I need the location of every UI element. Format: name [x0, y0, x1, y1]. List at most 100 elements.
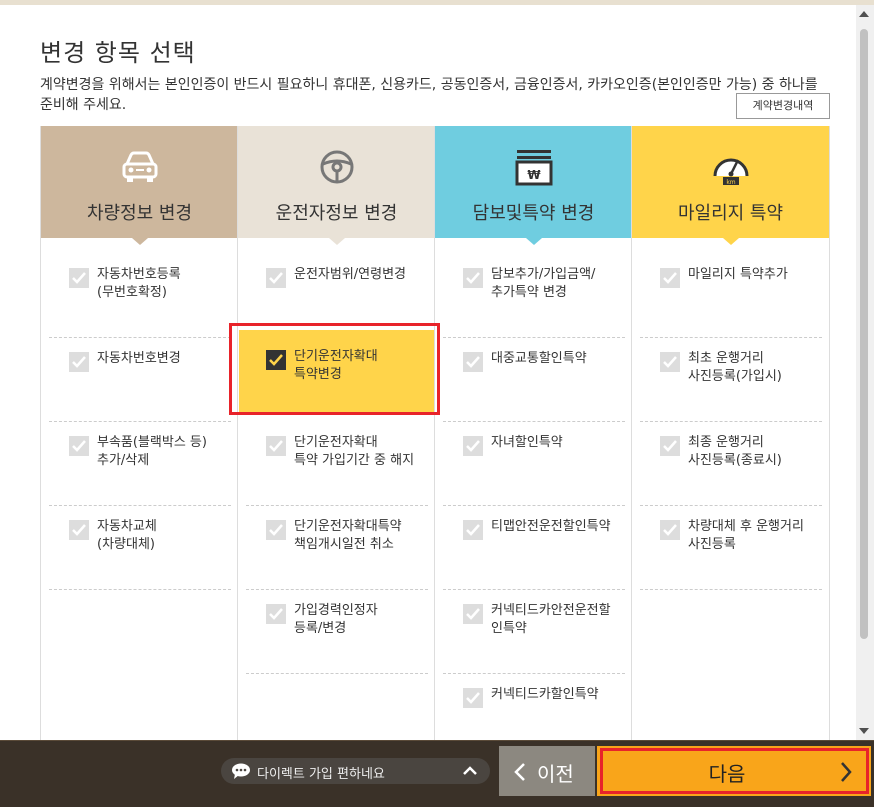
check-icon — [663, 440, 677, 452]
checkbox[interactable] — [660, 436, 680, 456]
option-item[interactable]: 커넥티드카안전운전할 인특약 — [443, 590, 625, 674]
selected-item-highlight — [229, 323, 440, 415]
column-header-driver-info[interactable]: 운전자정보 변경 — [238, 126, 435, 238]
option-item[interactable]: 단기운전자확대 특약 가입기간 중 해지 — [246, 422, 428, 506]
checkbox[interactable] — [266, 436, 286, 456]
chat-bubble-icon — [232, 763, 250, 779]
option-label: 가입경력인정자 등록/변경 — [294, 603, 378, 636]
steering-wheel-icon — [320, 150, 354, 184]
option-label: 티맵안전운전할인특약 — [491, 519, 611, 534]
previous-button[interactable]: 이전 — [499, 746, 595, 796]
option-item[interactable]: 대중교통할인특약 — [443, 338, 625, 422]
column-driver-info: 운전자정보 변경 운전자범위/연령변경 단기운전자확대 특약변경 단기운전자확대… — [237, 126, 435, 740]
option-label: 담보추가/가입금액/ 추가특약 변경 — [491, 267, 596, 300]
check-icon — [269, 272, 283, 284]
option-label: 단기운전자확대특약 책임개시일전 취소 — [294, 519, 402, 552]
option-item[interactable]: 자동차번호변경 — [49, 338, 231, 422]
header-pointer — [132, 238, 148, 245]
checkbox[interactable] — [266, 520, 286, 540]
checkbox[interactable] — [660, 352, 680, 372]
chat-banner[interactable]: 다이렉트 가입 편하네요 — [221, 758, 490, 784]
previous-button-label: 이전 — [537, 762, 574, 786]
check-icon — [663, 524, 677, 536]
checkbox[interactable] — [69, 436, 89, 456]
option-label: 부속품(블랙박스 등) 추가/삭제 — [97, 435, 207, 468]
check-icon — [466, 608, 480, 620]
header-pointer — [329, 238, 345, 245]
checkbox[interactable] — [69, 520, 89, 540]
auth-notice: 계약변경을 위해서는 본인인증이 반드시 필요하니 휴대폰, 신용카드, 공동인… — [40, 77, 818, 113]
check-icon — [663, 356, 677, 368]
check-icon — [72, 524, 86, 536]
option-item[interactable]: 자동차교체 (차량대체) — [49, 506, 231, 590]
column-label: 담보및특약 변경 — [472, 203, 595, 224]
check-icon — [466, 272, 480, 284]
checkbox[interactable] — [463, 268, 483, 288]
check-icon — [72, 440, 86, 452]
option-label: 최종 운행거리 사진등록(종료시) — [688, 435, 782, 468]
option-label: 운전자범위/연령변경 — [294, 267, 407, 282]
money-bill-icon: ₩ — [515, 150, 553, 186]
check-icon — [466, 692, 480, 704]
check-icon — [269, 608, 283, 620]
scroll-down-arrow-icon[interactable] — [859, 728, 869, 734]
scrollbar-thumb[interactable] — [860, 29, 868, 639]
check-icon — [72, 272, 86, 284]
column-mileage: km 마일리지 특약 마일리지 특약추가 최초 운행거리 사진등록(가입시) 최… — [631, 126, 830, 740]
option-item[interactable]: 커넥티드카할인특약 — [443, 674, 625, 740]
option-label: 커넥티드카안전운전할 인특약 — [491, 603, 611, 636]
option-item[interactable]: 차량대체 후 운행거리 사진등록 — [640, 506, 822, 590]
chevron-up-icon[interactable] — [461, 762, 479, 780]
column-vehicle-info: 차량정보 변경 자동차번호등록 (무번호확정) 자동차번호변경 부속품(블랙박스… — [40, 126, 238, 740]
svg-text:km: km — [726, 179, 735, 186]
checkbox[interactable] — [266, 268, 286, 288]
check-icon — [269, 524, 283, 536]
column-header-mileage[interactable]: km 마일리지 특약 — [632, 126, 829, 238]
option-item[interactable]: 최종 운행거리 사진등록(종료시) — [640, 422, 822, 506]
chevron-left-icon — [514, 763, 525, 781]
checkbox[interactable] — [266, 604, 286, 624]
column-label: 운전자정보 변경 — [275, 203, 398, 224]
svg-text:₩: ₩ — [527, 168, 541, 182]
checkbox[interactable] — [69, 268, 89, 288]
change-category-columns: 차량정보 변경 자동차번호등록 (무번호확정) 자동차번호변경 부속품(블랙박스… — [40, 126, 830, 740]
check-icon — [466, 524, 480, 536]
check-icon — [269, 440, 283, 452]
checkbox[interactable] — [463, 688, 483, 708]
car-icon — [122, 151, 158, 182]
option-item[interactable]: 담보추가/가입금액/ 추가특약 변경 — [443, 254, 625, 338]
option-label: 자동차교체 (차량대체) — [97, 519, 157, 552]
page-title: 변경 항목 선택 — [40, 39, 196, 67]
checkbox[interactable] — [463, 520, 483, 540]
next-button-highlight — [600, 748, 869, 794]
option-label: 최초 운행거리 사진등록(가입시) — [688, 351, 782, 384]
column-header-coverage[interactable]: ₩ 담보및특약 변경 — [435, 126, 632, 238]
contract-history-button[interactable]: 계약변경내역 — [736, 93, 830, 119]
checkbox[interactable] — [660, 268, 680, 288]
check-icon — [466, 440, 480, 452]
option-item[interactable]: 단기운전자확대특약 책임개시일전 취소 — [246, 506, 428, 590]
checkbox[interactable] — [660, 520, 680, 540]
option-item[interactable]: 자녀할인특약 — [443, 422, 625, 506]
scroll-up-arrow-icon[interactable] — [859, 11, 869, 17]
checkbox[interactable] — [463, 604, 483, 624]
option-label: 커넥티드카할인특약 — [491, 687, 599, 702]
chat-banner-label: 다이렉트 가입 편하네요 — [257, 767, 385, 782]
check-icon — [466, 356, 480, 368]
option-item[interactable]: 티맵안전운전할인특약 — [443, 506, 625, 590]
option-label: 자동차번호변경 — [97, 351, 181, 366]
option-item[interactable]: 최초 운행거리 사진등록(가입시) — [640, 338, 822, 422]
option-item[interactable]: 자동차번호등록 (무번호확정) — [49, 254, 231, 338]
checkbox[interactable] — [463, 352, 483, 372]
option-label: 마일리지 특약추가 — [688, 267, 788, 282]
option-item[interactable]: 부속품(블랙박스 등) 추가/삭제 — [49, 422, 231, 506]
header-pointer — [526, 238, 542, 245]
option-item[interactable]: 마일리지 특약추가 — [640, 254, 822, 338]
vertical-scrollbar[interactable] — [856, 5, 874, 740]
column-header-vehicle-info[interactable]: 차량정보 변경 — [41, 126, 238, 238]
checkbox[interactable] — [463, 436, 483, 456]
header-pointer — [723, 238, 739, 245]
checkbox[interactable] — [69, 352, 89, 372]
check-icon — [663, 272, 677, 284]
option-item[interactable]: 가입경력인정자 등록/변경 — [246, 590, 428, 674]
